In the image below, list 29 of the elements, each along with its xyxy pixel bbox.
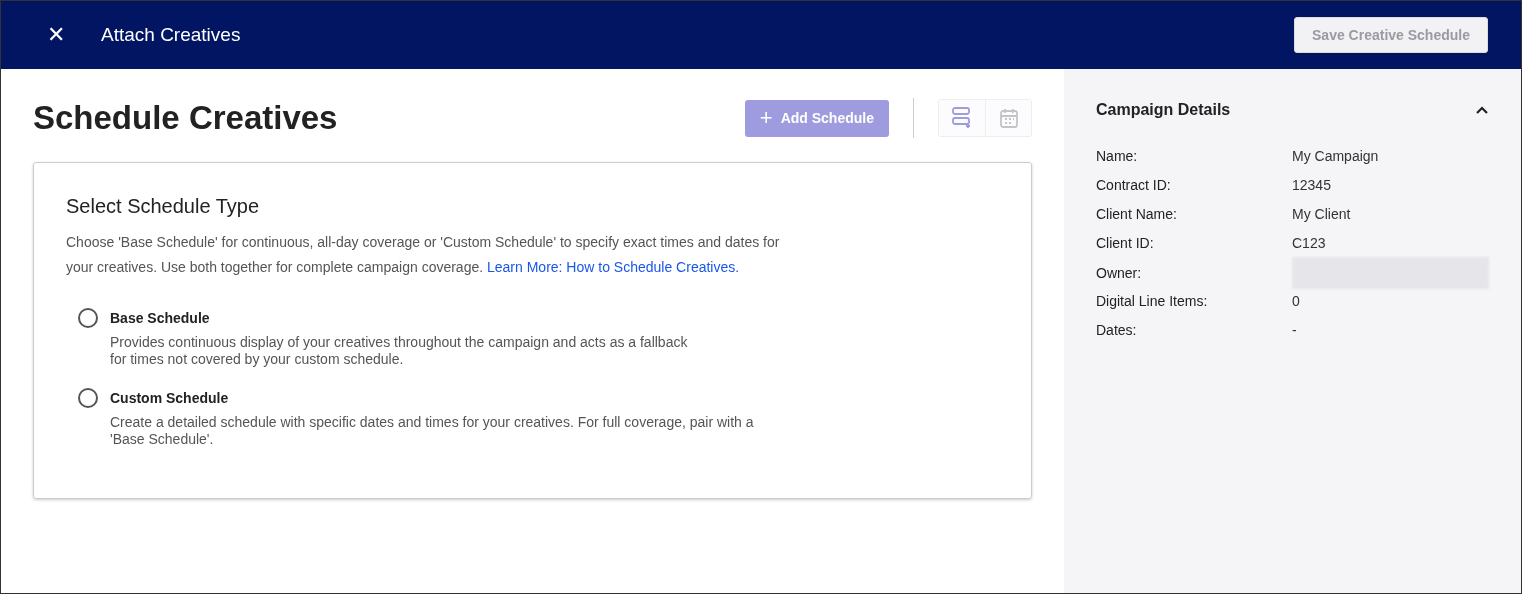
detail-label: Client Name: <box>1096 205 1178 222</box>
detail-value: 12345 <box>1292 176 1332 193</box>
detail-label: Name: <box>1096 147 1139 164</box>
panel-title: Campaign Details <box>1096 101 1231 119</box>
list-plus-icon <box>952 107 972 129</box>
detail-value: My Campaign <box>1292 147 1380 164</box>
radio-button[interactable] <box>78 388 98 408</box>
intro-text: Choose 'Base Schedule' for continuous, all-day coverage or 'Custom Schedule' to specify exact times and dates for your creatives. Use both together for complete campaign coverage. Learn More: How to Schedule Creatives. <box>66 233 781 277</box>
option-description: Provides continuous display of your creatives throughout the campaign and acts as a fallback for times not covered by your custom schedule. <box>110 334 689 368</box>
detail-label: Contract ID: <box>1096 176 1172 193</box>
page-title: Schedule Creatives <box>33 99 339 137</box>
detail-label: Dates: <box>1096 321 1138 338</box>
dialog-title: Attach Creatives <box>101 24 242 46</box>
learn-more-link[interactable]: Learn More: How to Schedule Creatives. <box>487 259 740 275</box>
detail-label: Client ID: <box>1096 234 1155 251</box>
option-label: Custom Schedule <box>110 390 230 406</box>
card-title: Select Schedule Type <box>66 195 261 218</box>
detail-label: Digital Line Items: <box>1096 292 1209 309</box>
option-description: Create a detailed schedule with specific dates and times for your creatives. For full coverage, pair with a 'Base Schedule'. <box>110 414 755 448</box>
radio-button[interactable] <box>78 308 98 328</box>
close-button[interactable]: ✕ <box>41 18 71 52</box>
calendar-icon <box>999 108 1018 128</box>
detail-value: My Client <box>1292 205 1352 222</box>
detail-label: Owner: <box>1096 265 1143 281</box>
detail-value: - <box>1292 321 1298 338</box>
detail-value: 0 <box>1292 292 1301 309</box>
option-label: Base Schedule <box>110 310 211 326</box>
collapse-chevron-icon[interactable] <box>1475 105 1489 115</box>
detail-value: C123 <box>1292 234 1327 251</box>
